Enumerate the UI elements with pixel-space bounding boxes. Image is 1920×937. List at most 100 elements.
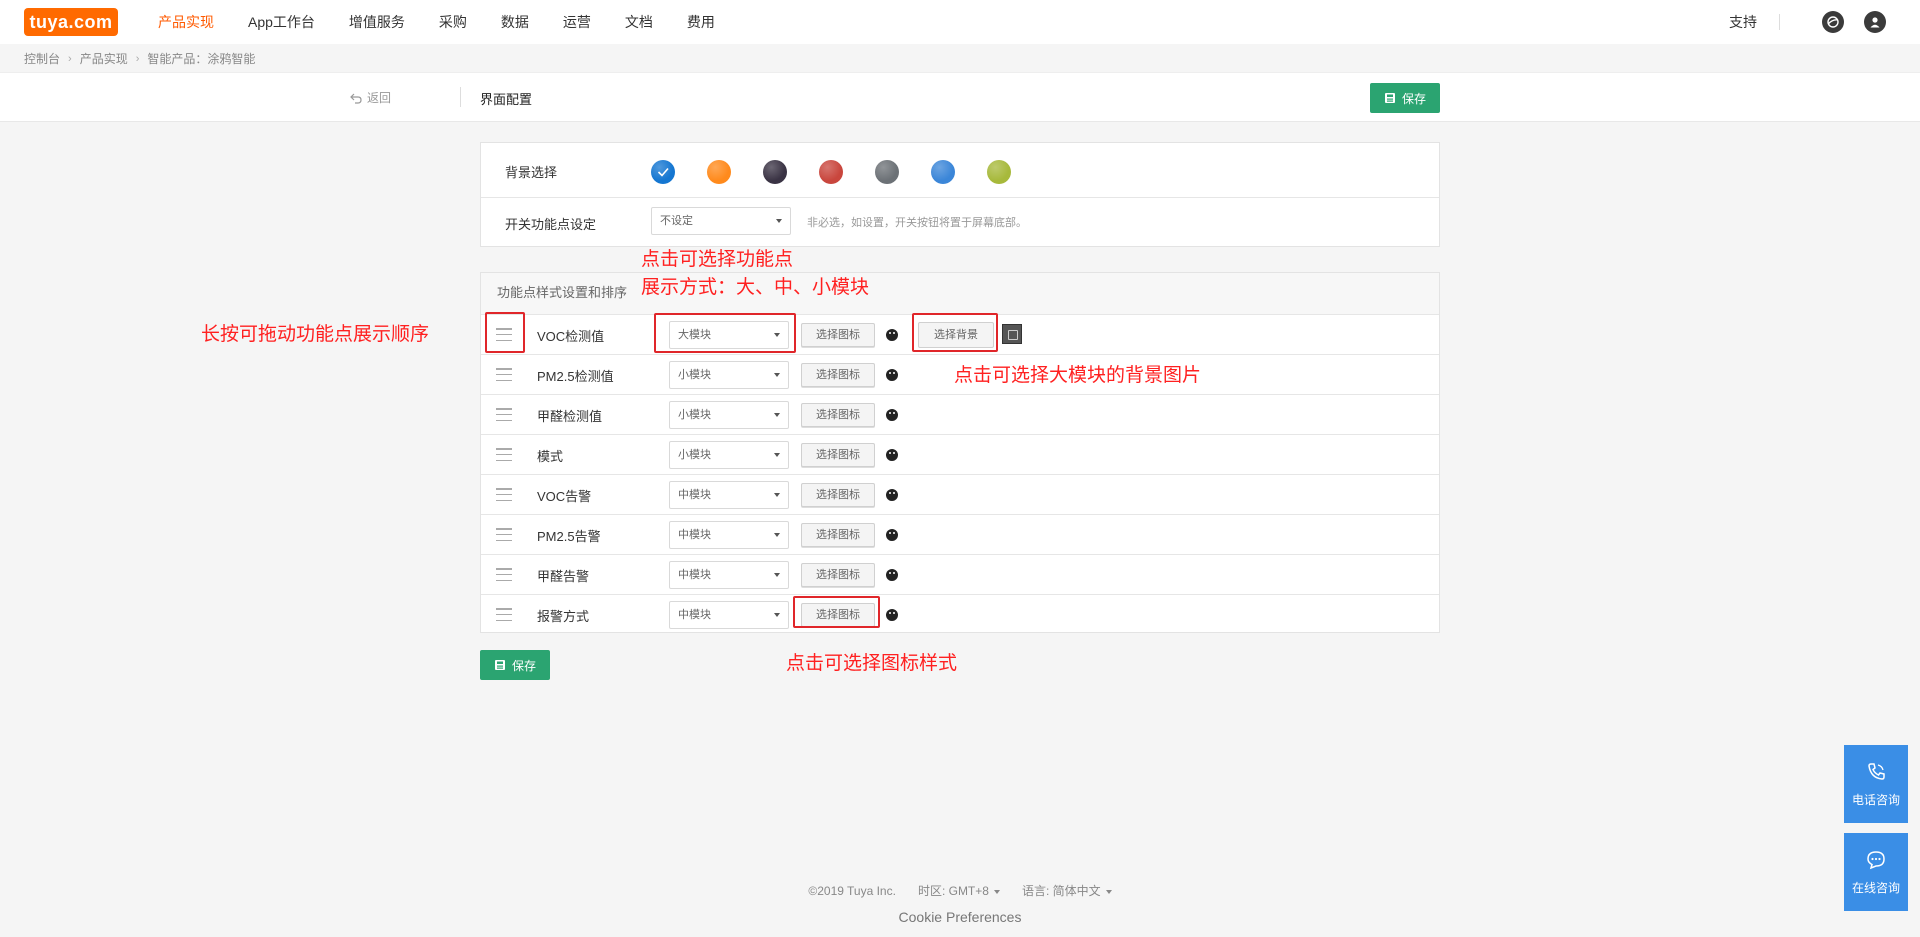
page-title: 界面配置: [480, 92, 533, 107]
nav-item-data[interactable]: 数据: [501, 0, 529, 44]
function-icon-preview: [886, 529, 898, 541]
drag-handle-icon[interactable]: [496, 408, 512, 421]
back-button[interactable]: 返回: [349, 89, 391, 106]
nav-item-app-workbench[interactable]: App工作台: [248, 0, 315, 44]
tuya-logo[interactable]: tuya.com: [24, 8, 118, 36]
module-size-select[interactable]: 中模块: [669, 481, 789, 509]
function-row: 报警方式 中模块 选择图标: [481, 595, 1439, 635]
function-icon-preview: [886, 409, 898, 421]
nav-item-product[interactable]: 产品实现: [158, 0, 214, 44]
sub-header: 返回 界面配置 保存: [0, 72, 1920, 122]
function-row: PM2.5告警 中模块 选择图标: [481, 515, 1439, 555]
pick-icon-button[interactable]: 选择图标: [801, 403, 875, 427]
background-swatches: [651, 160, 1011, 184]
save-button-top[interactable]: 保存: [1370, 83, 1440, 113]
swatch-blue[interactable]: [651, 160, 675, 184]
annotation-select-bg: 点击可选择大模块的背景图片: [954, 365, 1202, 386]
function-name: VOC检测值: [537, 329, 605, 344]
drag-handle-icon[interactable]: [496, 368, 512, 381]
cookie-preferences-link[interactable]: Cookie Preferences: [0, 909, 1920, 925]
language-select[interactable]: 语言: 简体中文: [1022, 882, 1112, 899]
drag-handle-icon[interactable]: [496, 488, 512, 501]
module-size-select[interactable]: 中模块: [669, 601, 789, 629]
copyright: ©2019 Tuya Inc.: [808, 883, 896, 898]
module-size-value: 小模块: [678, 449, 711, 461]
swatch-light-blue[interactable]: [931, 160, 955, 184]
nav-item-purchase[interactable]: 采购: [439, 0, 467, 44]
chat-bubble-icon: [1867, 850, 1885, 869]
caret-down-icon: [993, 889, 1000, 894]
caret-down-icon: [776, 219, 782, 223]
swatch-red[interactable]: [819, 160, 843, 184]
switch-point-select[interactable]: 不设定: [651, 207, 791, 235]
drag-handle-icon[interactable]: [496, 448, 512, 461]
pick-icon-button[interactable]: 选择图标: [801, 523, 875, 547]
phone-consult-button[interactable]: 电话咨询: [1844, 745, 1908, 823]
nav-item-fees[interactable]: 费用: [687, 0, 715, 44]
switch-point-hint: 非必选，如设置，开关按钮将置于屏幕底部。: [807, 217, 1027, 229]
swatch-orange[interactable]: [707, 160, 731, 184]
function-icon-preview: [886, 329, 898, 341]
caret-down-icon: [1105, 889, 1112, 894]
user-avatar-icon[interactable]: [1864, 11, 1886, 33]
globe-icon[interactable]: [1822, 11, 1844, 33]
check-icon: [657, 167, 669, 177]
annotation-drag: 长按可拖动功能点展示顺序: [201, 324, 430, 345]
function-row: 甲醛告警 中模块 选择图标: [481, 555, 1439, 595]
annotation-select-style: 点击可选择功能点 展示方式：大、中、小模块: [641, 246, 869, 302]
nav-item-value-added[interactable]: 增值服务: [349, 0, 405, 44]
pick-icon-button[interactable]: 选择图标: [801, 443, 875, 467]
switch-point-row: 开关功能点设定 不设定 非必选，如设置，开关按钮将置于屏幕底部。: [481, 198, 1439, 246]
function-icon-preview: [886, 369, 898, 381]
drag-handle-icon[interactable]: [496, 568, 512, 581]
pick-icon-button[interactable]: 选择图标: [801, 483, 875, 507]
drag-handle-icon[interactable]: [496, 528, 512, 541]
pick-icon-button[interactable]: 选择图标: [801, 323, 875, 347]
breadcrumb-console[interactable]: 控制台: [24, 50, 60, 67]
swatch-gray[interactable]: [875, 160, 899, 184]
phone-icon: [1868, 762, 1885, 780]
language-label: 语言: 简体中文: [1021, 884, 1101, 898]
module-size-select[interactable]: 中模块: [669, 521, 789, 549]
module-size-value: 小模块: [678, 409, 711, 421]
save-label: 保存: [1401, 91, 1426, 106]
module-size-select[interactable]: 小模块: [669, 441, 789, 469]
function-name: 模式: [537, 449, 564, 464]
highlight-size-select: [654, 313, 796, 353]
timezone-label: 时区: GMT+8: [917, 884, 989, 898]
function-points-header: 功能点样式设置和排序: [481, 273, 1439, 315]
swatch-olive[interactable]: [987, 160, 1011, 184]
main-nav: 产品实现 App工作台 增值服务 采购 数据 运营 文档 费用: [158, 0, 749, 44]
save-icon: [1384, 93, 1395, 103]
breadcrumb-product[interactable]: 产品实现: [80, 50, 128, 67]
function-name: VOC告警: [537, 489, 592, 504]
function-name: 报警方式: [537, 609, 590, 624]
background-label: 背景选择: [505, 165, 558, 180]
header-divider: [460, 87, 461, 107]
pick-icon-button[interactable]: 选择图标: [801, 363, 875, 387]
module-size-select[interactable]: 中模块: [669, 561, 789, 589]
module-size-select[interactable]: 小模块: [669, 401, 789, 429]
breadcrumb-current: 智能产品：涂鸦智能: [147, 52, 256, 66]
switch-point-label: 开关功能点设定: [505, 217, 597, 232]
function-icon-preview: [886, 569, 898, 581]
module-size-value: 中模块: [678, 569, 711, 581]
chevron-right-icon: ›: [68, 52, 72, 65]
drag-handle-icon[interactable]: [496, 608, 512, 621]
caret-down-icon: [774, 453, 780, 457]
nav-item-docs[interactable]: 文档: [625, 0, 653, 44]
module-size-select[interactable]: 小模块: [669, 361, 789, 389]
online-consult-button[interactable]: 在线咨询: [1844, 833, 1908, 911]
pick-icon-button[interactable]: 选择图标: [801, 563, 875, 587]
nav-item-operations[interactable]: 运营: [563, 0, 591, 44]
caret-down-icon: [774, 413, 780, 417]
background-settings-card: 背景选择 开关功能点设定 不设定 非必选，如设置，开关按钮将置于屏幕底部。: [480, 142, 1440, 247]
timezone-select[interactable]: 时区: GMT+8: [918, 882, 1000, 899]
background-thumbnail-icon[interactable]: [1002, 324, 1022, 344]
function-icon-preview: [886, 609, 898, 621]
caret-down-icon: [774, 533, 780, 537]
save-button-bottom[interactable]: 保存: [480, 650, 550, 680]
support-link[interactable]: 支持: [1729, 12, 1757, 32]
swatch-dark[interactable]: [763, 160, 787, 184]
highlight-pick-icon: [793, 596, 880, 628]
